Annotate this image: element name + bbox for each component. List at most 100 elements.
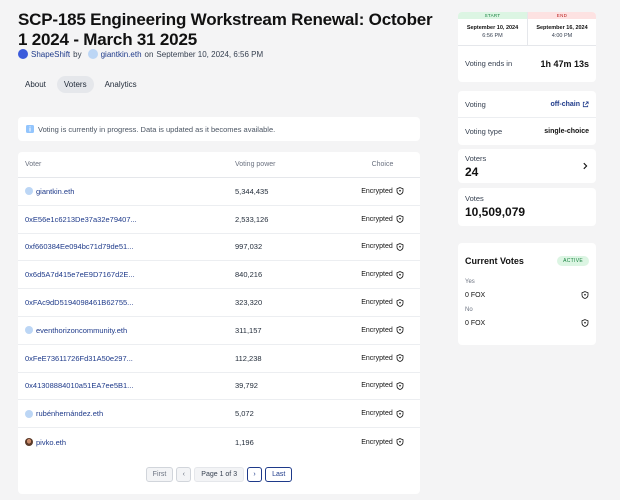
voter-cell[interactable]: 0x6d5A7d415e7eE9D7167d2E... bbox=[18, 270, 235, 279]
first-page-button[interactable]: First bbox=[145, 467, 174, 483]
voters-count: 24 bbox=[465, 164, 479, 179]
space-link[interactable]: ShapeShift bbox=[31, 50, 70, 59]
info-icon bbox=[26, 125, 34, 133]
voter-cell[interactable]: eventhorizoncommunity.eth bbox=[18, 326, 235, 335]
option-no-label: No bbox=[465, 307, 473, 313]
option-yes-value: 0 FOX bbox=[465, 291, 486, 299]
choice-text: Encrypted bbox=[361, 326, 393, 334]
votes-total-card: Votes 10,509,079 bbox=[458, 188, 596, 226]
header-voting-power: Voting power bbox=[235, 161, 276, 168]
voter-name[interactable]: 0xFAc9dD5194098461B62755... bbox=[25, 298, 133, 307]
voter-cell[interactable]: 0xE56e1c6213De37a32e79407... bbox=[18, 215, 235, 224]
tab-voters[interactable]: Voters bbox=[56, 76, 94, 93]
end-time: 4:00 PM bbox=[551, 33, 573, 39]
page-indicator: Page 1 of 3 bbox=[194, 467, 245, 483]
voting-power-cell: 1,196 bbox=[235, 437, 254, 447]
choice-text: Encrypted bbox=[361, 410, 393, 418]
next-page-button[interactable]: › bbox=[247, 467, 263, 483]
voting-power-cell: 5,072 bbox=[235, 409, 254, 419]
end-date: September 16, 2024 bbox=[536, 25, 588, 31]
choice-text: Encrypted bbox=[361, 382, 393, 390]
by-text: by bbox=[73, 49, 82, 59]
choice-text: Encrypted bbox=[361, 438, 393, 446]
voter-name[interactable]: eventhorizoncommunity.eth bbox=[36, 326, 127, 335]
voter-cell[interactable]: 0xFAc9dD5194098461B62755... bbox=[18, 298, 235, 307]
current-votes-card: Current Votes ACTIVE Yes 0 FOX No 0 FOX bbox=[458, 243, 596, 345]
table-row: 0xFAc9dD5194098461B62755... 323,320 Encryp… bbox=[18, 289, 420, 317]
voting-in-progress-notice: Voting is currently in progress. Data is… bbox=[18, 117, 420, 141]
tab-about[interactable]: About bbox=[18, 76, 53, 93]
choice-cell: Encrypted bbox=[345, 270, 420, 279]
timeline-card: START September 10, 2024 6:56 PM END Sep… bbox=[458, 12, 596, 82]
voter-name[interactable]: 0x41308884010a51EA7ee5B1... bbox=[25, 381, 133, 390]
voter-avatar bbox=[25, 187, 33, 196]
choice-cell: Encrypted bbox=[345, 438, 420, 446]
start-label: START bbox=[458, 12, 527, 19]
off-chain-text: off-chain bbox=[550, 100, 580, 108]
voting-power-cell: 2,533,126 bbox=[235, 214, 269, 224]
author-avatar bbox=[87, 49, 98, 59]
option-no-row: 0 FOX bbox=[458, 319, 596, 327]
table-row: 0x41308884010a51EA7ee5B1... 39,792 Encrypt… bbox=[18, 373, 420, 401]
voter-name[interactable]: 0xf660384Ee094bc71d79de51... bbox=[25, 242, 133, 251]
choice-cell: Encrypted bbox=[345, 382, 420, 390]
voter-cell[interactable]: 0xFeE73611726Fd31A50e297... bbox=[18, 354, 235, 363]
option-yes-label: Yes bbox=[465, 279, 475, 285]
shield-icon bbox=[396, 270, 404, 279]
voter-avatar bbox=[25, 326, 33, 335]
voter-cell[interactable]: pivko.eth bbox=[18, 438, 235, 447]
voters-label: Voters bbox=[465, 153, 487, 163]
voting-label: Voting bbox=[465, 99, 486, 109]
voting-power-cell: 39,792 bbox=[235, 381, 258, 391]
voter-cell[interactable]: rubénhernández.eth bbox=[18, 409, 235, 418]
shield-icon bbox=[396, 382, 404, 390]
shield-icon bbox=[581, 291, 589, 299]
voter-name[interactable]: giantkin.eth bbox=[36, 187, 74, 196]
voter-name[interactable]: 0xFeE73611726Fd31A50e297... bbox=[25, 354, 133, 363]
choice-text: Encrypted bbox=[361, 215, 393, 223]
shield-icon bbox=[396, 243, 404, 251]
off-chain-link[interactable]: off-chain bbox=[550, 101, 589, 108]
voter-cell[interactable]: giantkin.eth bbox=[18, 187, 235, 196]
choice-text: Encrypted bbox=[361, 187, 393, 195]
author-link[interactable]: giantkin.eth bbox=[101, 50, 142, 59]
active-status-badge: ACTIVE bbox=[557, 256, 589, 266]
table-row: giantkin.eth 5,344,435 Encrypted bbox=[18, 178, 420, 206]
voting-type-label: Voting type bbox=[465, 127, 503, 136]
voter-name[interactable]: 0x6d5A7d415e7eE9D7167d2E... bbox=[25, 270, 135, 279]
table-row: 0x6d5A7d415e7eE9D7167d2E... 840,216 Encryp… bbox=[18, 261, 420, 290]
voter-cell[interactable]: 0xf660384Ee094bc71d79de51... bbox=[18, 242, 235, 251]
last-page-button[interactable]: Last bbox=[265, 467, 293, 483]
votes-total: 10,509,079 bbox=[465, 205, 526, 219]
pagination: First ‹ Page 1 of 3 › Last bbox=[18, 456, 420, 494]
on-text: on bbox=[144, 49, 154, 59]
voter-avatar bbox=[25, 409, 33, 418]
voter-name[interactable]: rubénhernández.eth bbox=[36, 409, 103, 418]
notice-text: Voting is currently in progress. Data is… bbox=[38, 124, 276, 134]
shield-icon bbox=[396, 409, 404, 418]
choice-text: Encrypted bbox=[361, 243, 393, 251]
end-label: END bbox=[528, 12, 596, 19]
header-voter: Voter bbox=[25, 161, 42, 168]
choice-text: Encrypted bbox=[361, 271, 393, 279]
voting-type-value: single-choice bbox=[544, 128, 589, 135]
table-row: pivko.eth 1,196 Encrypted bbox=[18, 428, 420, 456]
current-votes-title: Current Votes bbox=[465, 256, 524, 266]
tab-analytics[interactable]: Analytics bbox=[98, 76, 144, 93]
header-choice: Choice bbox=[371, 161, 394, 168]
voters-count-card[interactable]: Voters 24 bbox=[458, 149, 596, 183]
ends-in-label: Voting ends in bbox=[465, 59, 513, 68]
shield-icon bbox=[396, 354, 404, 363]
shield-icon bbox=[396, 215, 404, 224]
choice-cell: Encrypted bbox=[345, 243, 420, 251]
table-row: 0xf660384Ee094bc71d79de51... 997,032 Encry… bbox=[18, 234, 420, 262]
voting-power-cell: 311,157 bbox=[235, 325, 262, 335]
shield-icon bbox=[396, 187, 404, 196]
voter-cell[interactable]: 0x41308884010a51EA7ee5B1... bbox=[18, 381, 235, 390]
voter-name[interactable]: 0xE56e1c6213De37a32e79407... bbox=[25, 215, 137, 224]
start-time: 6:56 PM bbox=[482, 33, 503, 39]
prev-page-button[interactable]: ‹ bbox=[176, 467, 192, 483]
start-column: START September 10, 2024 6:56 PM bbox=[458, 12, 527, 45]
voter-name[interactable]: pivko.eth bbox=[36, 438, 66, 447]
proposal-date: September 10, 2024, 6:56 PM bbox=[156, 49, 264, 59]
